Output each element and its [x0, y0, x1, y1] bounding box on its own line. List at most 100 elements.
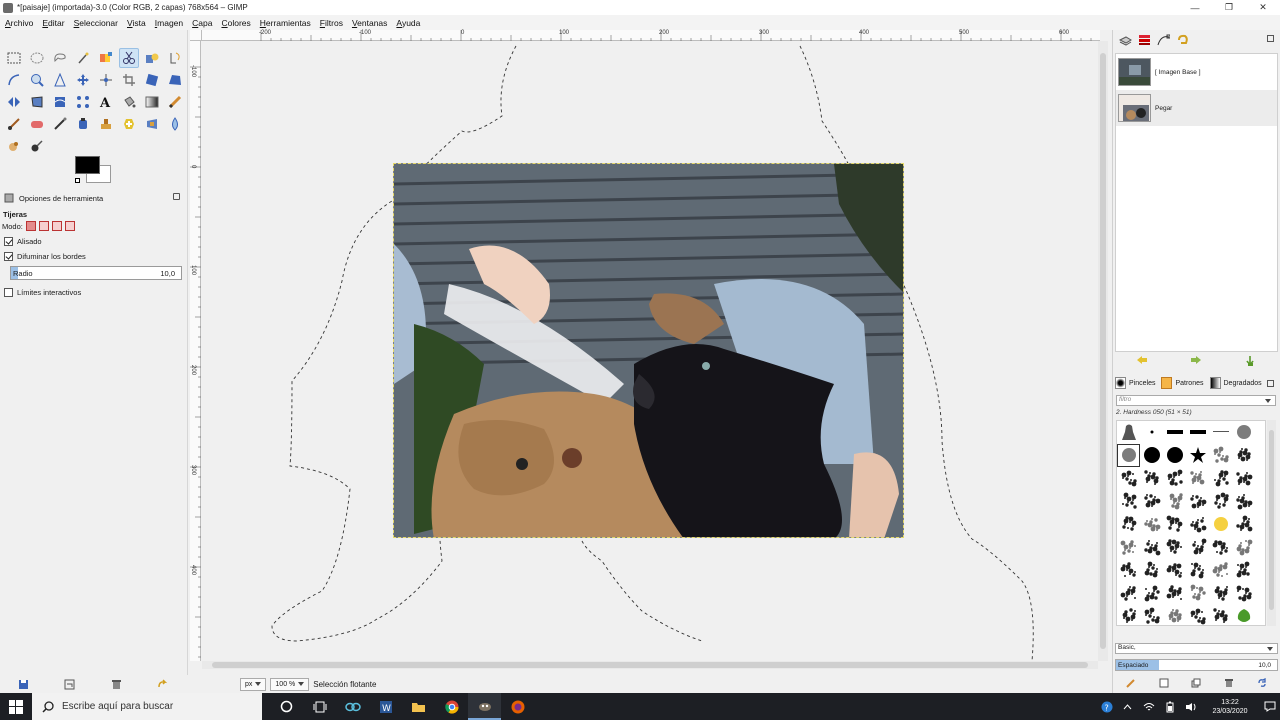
- brush-item[interactable]: [1140, 581, 1163, 604]
- anchor-right-arrow-icon[interactable]: [1190, 355, 1202, 365]
- new-brush-icon[interactable]: [1159, 678, 1169, 688]
- start-button[interactable]: [0, 693, 32, 720]
- brush-item[interactable]: [1232, 581, 1255, 604]
- menu-archivo[interactable]: Archivo: [5, 18, 33, 28]
- brush-grid-scrollbar[interactable]: [1267, 420, 1276, 626]
- brush-item[interactable]: [1232, 558, 1255, 581]
- anchor-left-arrow-icon[interactable]: [1136, 355, 1148, 365]
- brush-item[interactable]: [1117, 421, 1140, 444]
- word-icon[interactable]: W: [369, 693, 402, 720]
- brush-item[interactable]: [1163, 558, 1186, 581]
- perspective-clone-icon[interactable]: [142, 114, 162, 134]
- tab-brushes[interactable]: Pinceles: [1115, 377, 1155, 389]
- align-icon[interactable]: [96, 70, 116, 90]
- brushes-dock-menu-icon[interactable]: [1267, 380, 1274, 387]
- unit-select[interactable]: px: [240, 677, 267, 691]
- brush-filter-input[interactable]: filtro: [1116, 395, 1276, 406]
- brush-item[interactable]: [1117, 443, 1140, 467]
- airbrush-icon[interactable]: [50, 114, 70, 134]
- mode-intersect-button[interactable]: [64, 221, 75, 231]
- chrome-icon[interactable]: [435, 693, 468, 720]
- menu-imagen[interactable]: Imagen: [155, 18, 183, 28]
- text-icon[interactable]: A: [96, 92, 116, 112]
- menu-ayuda[interactable]: Ayuda: [396, 18, 420, 28]
- antialias-option[interactable]: Alisado: [4, 236, 42, 246]
- brush-item[interactable]: [1186, 535, 1209, 558]
- brush-item[interactable]: [1140, 467, 1163, 490]
- flip-icon[interactable]: [4, 92, 24, 112]
- eraser-icon[interactable]: [27, 114, 47, 134]
- close-button[interactable]: ✕: [1246, 0, 1280, 15]
- layer-row[interactable]: [ Imagen Base ]: [1116, 54, 1277, 90]
- brush-item[interactable]: [1117, 558, 1140, 581]
- pencil-icon[interactable]: [165, 92, 185, 112]
- battery-icon[interactable]: [1159, 693, 1180, 720]
- reset-options-icon[interactable]: [157, 678, 168, 690]
- edit-brush-icon[interactable]: [1126, 678, 1136, 688]
- vertical-scrollbar[interactable]: [1098, 41, 1108, 661]
- perspective-icon[interactable]: [165, 70, 185, 90]
- mode-add-button[interactable]: [38, 221, 49, 231]
- brush-item[interactable]: [1163, 421, 1186, 444]
- minimize-button[interactable]: —: [1178, 0, 1212, 15]
- brush-grid[interactable]: [1116, 420, 1266, 626]
- brush-item[interactable]: [1163, 490, 1186, 513]
- spacing-slider[interactable]: Espaciado 10,0: [1115, 659, 1278, 671]
- brush-item[interactable]: [1209, 467, 1232, 490]
- free-select-icon[interactable]: [50, 48, 70, 68]
- rect-select-icon[interactable]: [4, 48, 24, 68]
- scissors-select-icon[interactable]: [119, 48, 139, 68]
- default-colors-icon[interactable]: [75, 178, 80, 183]
- interactive-boundary-checkbox[interactable]: [4, 287, 13, 297]
- menu-filtros[interactable]: Filtros: [320, 18, 343, 28]
- blur-icon[interactable]: [165, 114, 185, 134]
- duplicate-brush-icon[interactable]: [1191, 678, 1201, 688]
- brush-item[interactable]: [1140, 490, 1163, 513]
- restore-options-icon[interactable]: [64, 679, 75, 690]
- zoom-icon[interactable]: [27, 70, 47, 90]
- brush-item[interactable]: [1163, 581, 1186, 604]
- ellipse-select-icon[interactable]: [27, 48, 47, 68]
- menu-seleccionar[interactable]: Seleccionar: [74, 18, 118, 28]
- brush-item[interactable]: [1209, 444, 1232, 467]
- radius-slider[interactable]: Radio 10,0: [10, 266, 182, 280]
- menu-capa[interactable]: Capa: [192, 18, 212, 28]
- brush-item[interactable]: [1232, 513, 1255, 536]
- network-icon[interactable]: [1138, 693, 1159, 720]
- heal-icon[interactable]: [119, 114, 139, 134]
- fuzzy-select-icon[interactable]: [73, 48, 93, 68]
- menu-ventanas[interactable]: Ventanas: [352, 18, 387, 28]
- clone-icon[interactable]: [96, 114, 116, 134]
- handle-transform-icon[interactable]: [73, 92, 93, 112]
- brush-item[interactable]: [1232, 421, 1255, 444]
- mode-replace-button[interactable]: [25, 221, 36, 231]
- layer-row[interactable]: Pegar: [1116, 90, 1277, 126]
- smudge-icon[interactable]: [4, 136, 24, 156]
- delete-options-icon[interactable]: [111, 679, 122, 690]
- save-options-icon[interactable]: [18, 679, 29, 690]
- brush-item[interactable]: [1209, 421, 1232, 444]
- mode-subtract-button[interactable]: [51, 221, 62, 231]
- brush-item[interactable]: [1209, 535, 1232, 558]
- menu-colores[interactable]: Colores: [221, 18, 250, 28]
- antialias-checkbox[interactable]: [4, 236, 13, 246]
- brush-item[interactable]: [1163, 467, 1186, 490]
- color-select-icon[interactable]: [96, 48, 116, 68]
- brush-item[interactable]: [1186, 467, 1209, 490]
- brush-item[interactable]: [1163, 444, 1186, 467]
- taskbar-clock[interactable]: 13:22 23/03/2020: [1201, 698, 1259, 716]
- color-swatches[interactable]: [75, 156, 115, 190]
- brush-item[interactable]: [1117, 513, 1140, 536]
- brush-item[interactable]: [1117, 604, 1140, 627]
- brush-item[interactable]: [1232, 535, 1255, 558]
- file-explorer-icon[interactable]: [402, 693, 435, 720]
- cortana-icon[interactable]: [270, 693, 303, 720]
- brush-item[interactable]: [1209, 490, 1232, 513]
- horizontal-scroll-thumb[interactable]: [212, 662, 1088, 668]
- brush-item[interactable]: [1209, 513, 1232, 536]
- delete-brush-icon[interactable]: [1224, 678, 1234, 688]
- brush-item[interactable]: [1186, 490, 1209, 513]
- vertical-scroll-thumb[interactable]: [1100, 53, 1106, 649]
- maximize-button[interactable]: ❐: [1212, 0, 1246, 15]
- anchor-layer-icon[interactable]: [1245, 355, 1256, 366]
